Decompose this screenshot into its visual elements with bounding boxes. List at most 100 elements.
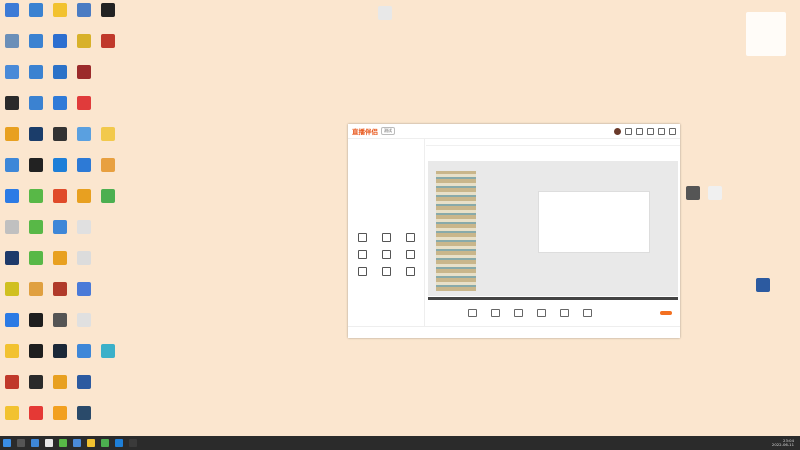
desktop-icon[interactable] [1, 65, 23, 95]
gear-icon[interactable] [636, 127, 643, 135]
control-2[interactable] [491, 309, 500, 317]
desktop-icon[interactable] [1, 96, 23, 126]
desktop-icon[interactable] [97, 127, 119, 157]
taskbar-app-icon[interactable] [101, 439, 109, 447]
tool-2[interactable] [374, 233, 398, 242]
desktop-icon[interactable] [73, 344, 95, 374]
system-tray-clock[interactable]: 23:04 2022-06-11 [772, 438, 794, 448]
desktop-icon[interactable] [1, 127, 23, 157]
desktop-icon[interactable] [49, 96, 71, 126]
desktop-icon[interactable] [73, 158, 95, 188]
desktop-icon[interactable] [25, 344, 47, 374]
windows-start-icon[interactable] [3, 439, 11, 447]
taskbar-app-icon[interactable] [129, 439, 137, 447]
desktop-icon[interactable] [97, 3, 119, 33]
desktop-icon[interactable] [49, 65, 71, 95]
desktop-icon[interactable] [73, 406, 95, 436]
version-badge[interactable]: 测试 [381, 127, 395, 135]
desktop-icon[interactable] [25, 189, 47, 219]
desktop-icon[interactable] [73, 3, 95, 33]
desktop-icon[interactable] [49, 251, 71, 281]
desktop-icon[interactable] [73, 65, 95, 95]
desktop-icon[interactable] [73, 127, 95, 157]
desktop-icon[interactable] [49, 375, 71, 405]
taskbar-app-icon[interactable] [59, 439, 67, 447]
desktop-icon[interactable] [73, 96, 95, 126]
start-live-button[interactable] [660, 311, 672, 315]
desktop-icon[interactable] [1, 344, 23, 374]
desktop-icon[interactable] [374, 6, 396, 36]
desktop-icon[interactable] [25, 406, 47, 436]
desktop-icon[interactable] [49, 158, 71, 188]
desktop-icon[interactable] [25, 34, 47, 64]
desktop-icon[interactable] [25, 282, 47, 312]
desktop-icon[interactable] [25, 313, 47, 343]
control-1[interactable] [468, 309, 477, 317]
live-preview[interactable] [428, 161, 678, 296]
desktop-icon[interactable] [97, 158, 119, 188]
desktop-icon[interactable] [25, 96, 47, 126]
control-3[interactable] [514, 309, 523, 317]
desktop-icon[interactable] [49, 127, 71, 157]
desktop-icon[interactable] [49, 406, 71, 436]
desktop-icon[interactable] [1, 313, 23, 343]
taskbar-app-icon[interactable] [45, 439, 53, 447]
tool-4[interactable] [350, 250, 374, 259]
desktop-icon[interactable] [25, 65, 47, 95]
search-icon[interactable] [17, 439, 25, 447]
desktop-icon[interactable] [25, 3, 47, 33]
desktop-icon[interactable] [97, 344, 119, 374]
desktop-icon[interactable] [1, 189, 23, 219]
desktop-icon[interactable] [49, 220, 71, 250]
desktop-icon[interactable] [25, 158, 47, 188]
taskbar-app-icon[interactable] [115, 439, 123, 447]
desktop-icon[interactable] [682, 186, 704, 216]
control-6[interactable] [583, 309, 592, 317]
desktop-icon[interactable] [73, 220, 95, 250]
maximize-icon[interactable] [658, 127, 665, 135]
desktop-icon[interactable] [97, 34, 119, 64]
tool-8[interactable] [374, 267, 398, 276]
desktop-icon[interactable] [1, 282, 23, 312]
desktop-icon[interactable] [704, 186, 726, 216]
tool-7[interactable] [350, 267, 374, 276]
control-4[interactable] [537, 309, 546, 317]
desktop-icon[interactable] [49, 34, 71, 64]
desktop-icon[interactable] [49, 189, 71, 219]
desktop-icon[interactable] [1, 375, 23, 405]
desktop-icon[interactable] [25, 375, 47, 405]
desktop-icon[interactable] [49, 344, 71, 374]
desktop-icon[interactable] [49, 313, 71, 343]
desktop-icon[interactable] [73, 189, 95, 219]
desktop-icon[interactable] [1, 3, 23, 33]
desktop-icon[interactable] [73, 282, 95, 312]
desktop-icon[interactable] [73, 34, 95, 64]
message-icon[interactable] [625, 127, 632, 135]
tool-5[interactable] [374, 250, 398, 259]
taskbar-app-icon[interactable] [73, 439, 81, 447]
desktop-icon[interactable] [49, 3, 71, 33]
tool-9[interactable] [398, 267, 422, 276]
avatar[interactable] [614, 127, 621, 135]
desktop-icon[interactable] [1, 34, 23, 64]
close-icon[interactable] [669, 127, 676, 135]
tool-3[interactable] [398, 233, 422, 242]
desktop-icon[interactable] [97, 189, 119, 219]
desktop-icon[interactable] [25, 127, 47, 157]
desktop-icon[interactable] [1, 251, 23, 281]
control-5[interactable] [560, 309, 569, 317]
taskbar-app-icon[interactable] [87, 439, 95, 447]
tool-1[interactable] [350, 233, 374, 242]
minimize-icon[interactable] [647, 127, 654, 135]
desktop-icon[interactable] [73, 251, 95, 281]
desktop-icon[interactable] [25, 251, 47, 281]
taskbar-app-icon[interactable] [31, 439, 39, 447]
desktop-icon[interactable] [73, 375, 95, 405]
desktop-icon[interactable] [752, 278, 774, 308]
desktop-icon[interactable] [73, 313, 95, 343]
desktop-icon[interactable] [1, 406, 23, 436]
desktop-icon[interactable] [1, 158, 23, 188]
desktop-icon[interactable] [25, 220, 47, 250]
desktop-icon[interactable] [1, 220, 23, 250]
tool-6[interactable] [398, 250, 422, 259]
